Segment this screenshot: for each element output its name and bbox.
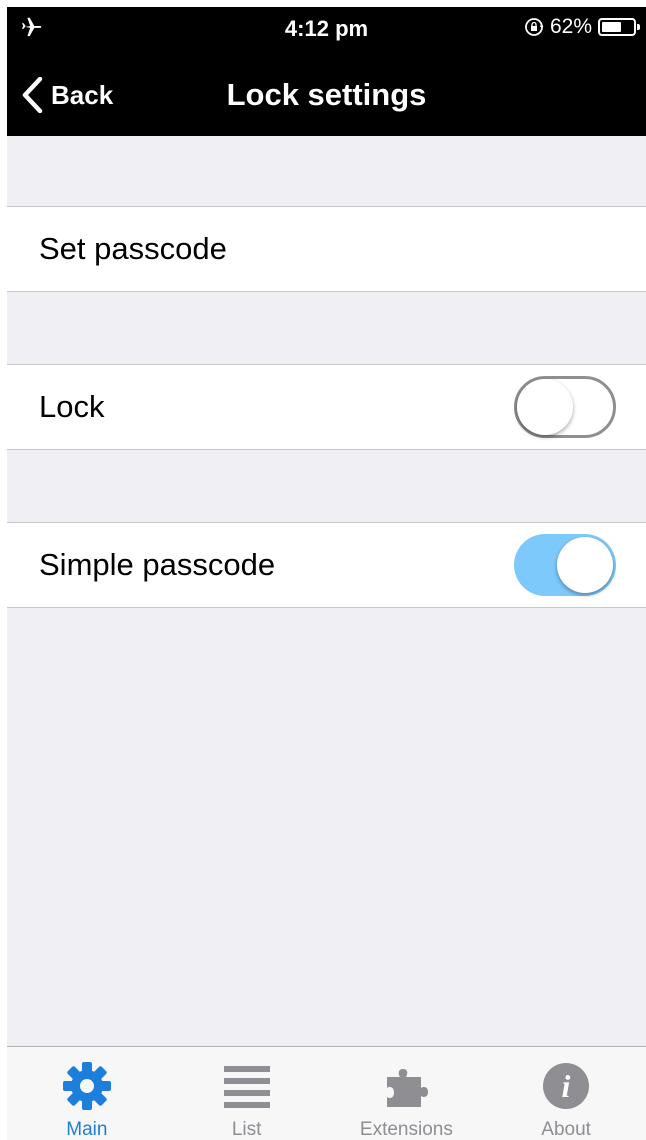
lock-label: Lock: [39, 389, 105, 424]
status-right: 62%: [524, 15, 640, 39]
tab-extensions-label: Extensions: [359, 1119, 453, 1140]
header: 4:12 pm 62% Back Lock settings: [7, 7, 646, 136]
battery-cap: [637, 24, 640, 30]
info-icon: i: [543, 1063, 590, 1109]
gear-icon: [62, 1062, 111, 1110]
simple-passcode-row: Simple passcode: [7, 522, 646, 608]
tab-main[interactable]: Main: [7, 1047, 167, 1140]
tab-about-label: About: [541, 1119, 591, 1140]
screen: 4:12 pm 62% Back Lock settings Set passc…: [7, 7, 646, 1140]
tab-bar: Main List Extensions i About: [7, 1046, 646, 1140]
rotation-lock-icon: [525, 18, 544, 36]
simple-passcode-toggle[interactable]: [514, 534, 616, 596]
tab-main-label: Main: [66, 1119, 108, 1140]
tab-extensions[interactable]: Extensions: [327, 1047, 487, 1140]
lock-toggle[interactable]: [514, 376, 616, 438]
lock-row: Lock: [7, 364, 646, 450]
page-title: Lock settings: [226, 77, 427, 112]
tab-list-label: List: [231, 1119, 262, 1140]
toggle-knob: [517, 379, 573, 435]
battery-fill: [602, 22, 621, 32]
nav-bar: Back Lock settings: [7, 47, 646, 136]
tab-about[interactable]: i About: [486, 1047, 646, 1140]
tab-list[interactable]: List: [167, 1047, 327, 1140]
battery-icon: [598, 18, 640, 36]
list-icon: [223, 1066, 270, 1108]
simple-passcode-label: Simple passcode: [39, 547, 276, 582]
set-passcode-label: Set passcode: [39, 231, 227, 266]
set-passcode-row[interactable]: Set passcode: [7, 206, 646, 292]
puzzle-icon: [387, 1069, 429, 1107]
svg-text:i: i: [562, 1068, 571, 1104]
toggle-knob: [557, 537, 613, 593]
battery-percent: 62%: [549, 15, 592, 38]
status-bar: 4:12 pm 62%: [7, 7, 646, 47]
